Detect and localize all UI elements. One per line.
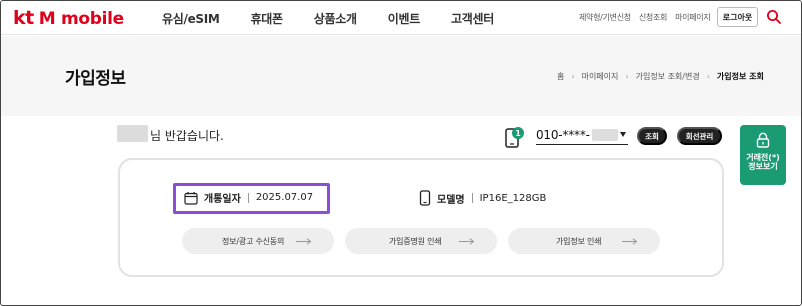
breadcrumb-separator-icon: › (625, 72, 629, 81)
lock-icon (756, 132, 770, 148)
greeting-text: 님 반갑습니다. (150, 129, 224, 143)
page-title-band: 가입정보 홈 › 마이페이지 › 가입정보 조회/변경 › 가입정보 조회 (1, 36, 801, 116)
logout-button[interactable]: 로그아웃 (717, 7, 758, 27)
phone-number-value: 010-****- (536, 128, 590, 142)
line-count-badge: 1 (515, 129, 521, 138)
certificate-print-label: 가입증명원 인쇄 (389, 236, 442, 246)
phone-number-redacted (591, 129, 618, 141)
phone-icon (419, 190, 431, 206)
field-divider (247, 192, 249, 203)
marketing-consent-button[interactable]: 정보/광고 수신동의 (182, 228, 334, 254)
util-link-apply[interactable]: 제약형/기변신청 (579, 12, 631, 23)
utility-links: 제약형/기변신청 신청조회 마이페이지 (579, 12, 718, 23)
open-date-field: 개통일자 2025.07.07 (184, 190, 313, 205)
breadcrumb-home[interactable]: 홈 (557, 71, 564, 82)
user-name-redacted (117, 125, 148, 142)
nav-item-events[interactable]: 이벤트 (388, 10, 421, 27)
open-date-value: 2025.07.07 (255, 192, 314, 203)
model-value: IP16E_128GB (479, 192, 547, 204)
model-field: 모델명 IP16E_128GB (419, 190, 546, 206)
breadcrumb-separator-icon: › (571, 72, 575, 81)
chevron-down-icon (620, 132, 626, 137)
kt-mmobile-logo[interactable]: kt M mobile (13, 7, 124, 29)
logo-m-mobile: M mobile (38, 9, 124, 29)
nav-item-usim[interactable]: 유심/eSIM (162, 10, 220, 27)
top-header: kt M mobile 유심/eSIM 휴대폰 상품소개 이벤트 고객센터 제약… (1, 1, 801, 35)
page-title: 가입정보 (65, 69, 126, 89)
model-label: 모델명 (437, 194, 465, 206)
subscription-info-print-button[interactable]: 가입정보 인쇄 (508, 228, 660, 254)
lookup-button[interactable]: 조회 (637, 127, 667, 145)
arrow-right-icon (296, 238, 312, 245)
subscription-info-card (118, 158, 724, 277)
side-info-label: 거래전(*) 정보보기 (746, 153, 780, 171)
line-management-button[interactable]: 회선관리 (677, 127, 722, 145)
nav-item-phone[interactable]: 휴대폰 (251, 10, 284, 27)
field-divider (471, 193, 473, 203)
breadcrumb-separator-icon: › (706, 72, 710, 81)
nav-item-products[interactable]: 상품소개 (314, 10, 357, 27)
info-print-label: 가입정보 인쇄 (556, 236, 602, 246)
phone-line-icon: 1 (505, 127, 524, 148)
calendar-icon (184, 191, 198, 205)
open-date-label: 개통일자 (204, 194, 241, 205)
util-link-mypage[interactable]: 마이페이지 (675, 12, 711, 23)
side-info-button[interactable]: 거래전(*) 정보보기 (740, 125, 786, 185)
main-nav: 유심/eSIM 휴대폰 상품소개 이벤트 고객센터 (162, 10, 525, 27)
breadcrumb-current: 가입정보 조회 (716, 72, 764, 81)
breadcrumb-subscription[interactable]: 가입정보 조회/변경 (636, 71, 700, 82)
search-icon[interactable] (766, 9, 782, 25)
arrow-right-icon (622, 238, 638, 245)
nav-item-support[interactable]: 고객센터 (451, 10, 494, 27)
marketing-consent-label: 정보/광고 수신동의 (222, 236, 285, 246)
util-link-status[interactable]: 신청조회 (639, 12, 668, 23)
phone-number-select[interactable]: 010-****- (536, 126, 628, 145)
breadcrumb: 홈 › 마이페이지 › 가입정보 조회/변경 › 가입정보 조회 (557, 71, 764, 82)
browser-frame: kt M mobile 유심/eSIM 휴대폰 상품소개 이벤트 고객센터 제약… (0, 0, 802, 306)
breadcrumb-mypage[interactable]: 마이페이지 (582, 71, 619, 82)
logo-kt: kt (13, 7, 34, 29)
subscription-certificate-print-button[interactable]: 가입증명원 인쇄 (345, 228, 497, 254)
arrow-right-icon (459, 238, 475, 245)
